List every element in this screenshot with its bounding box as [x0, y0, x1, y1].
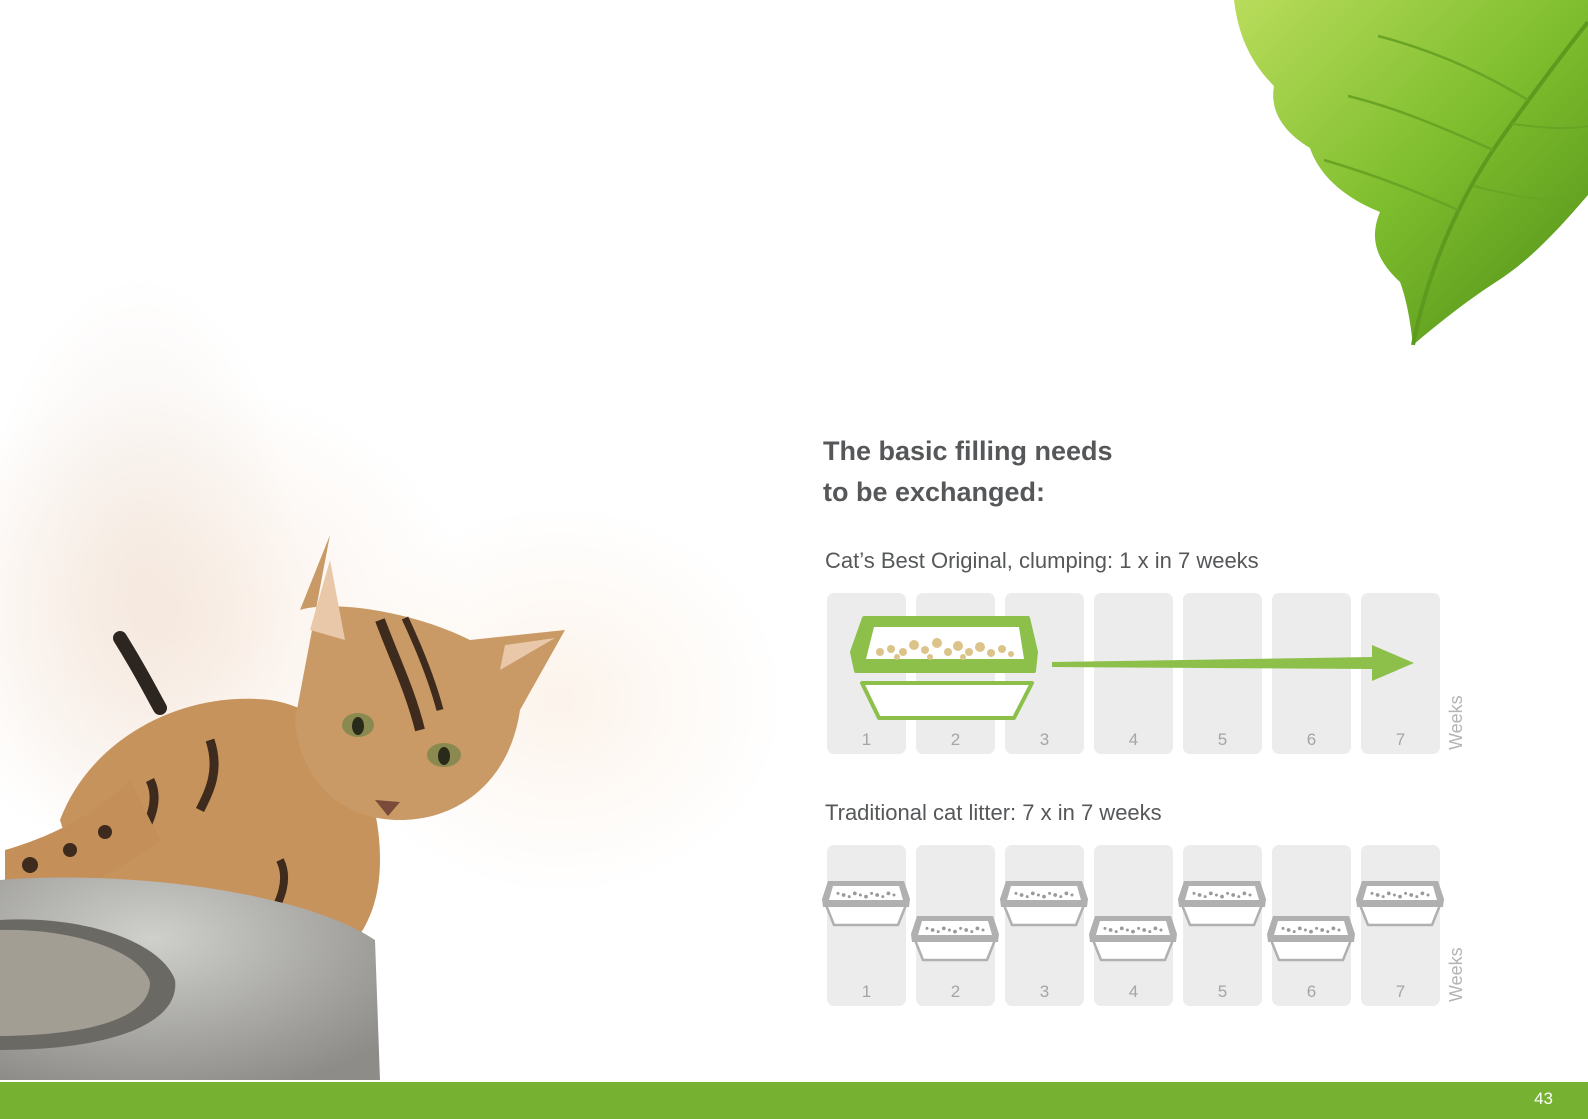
week-column: 5 — [1183, 593, 1262, 754]
week-column: 4 — [1094, 593, 1173, 754]
week-number: 7 — [1395, 730, 1406, 749]
footer-bar: 43 — [0, 1082, 1588, 1119]
week-number: 2 — [950, 730, 961, 749]
week-column: 3 — [1005, 845, 1084, 1006]
cats-best-weeks-chart: 1 2 3 4 5 6 7 — [827, 593, 1442, 754]
cats-best-label: Cat’s Best Original, clumping: 1 x in 7 … — [825, 548, 1259, 573]
traditional-weeks-chart: 1 2 3 4 5 6 7 — [827, 845, 1442, 1006]
week-number: 7 — [1395, 982, 1406, 1001]
week-number: 5 — [1217, 730, 1228, 749]
week-column: 3 — [1005, 593, 1084, 754]
traditional-label: Traditional cat litter: 7 x in 7 weeks — [825, 800, 1162, 825]
week-column: 5 — [1183, 845, 1262, 1006]
week-number: 5 — [1217, 982, 1228, 1001]
week-number: 2 — [950, 982, 961, 1001]
week-number: 1 — [861, 730, 872, 749]
leaf-illustration — [1234, 0, 1588, 345]
week-column: 7 — [1361, 593, 1440, 754]
week-column: 2 — [916, 845, 995, 1006]
week-column: 7 — [1361, 845, 1440, 1006]
week-column: 6 — [1272, 845, 1351, 1006]
weeks-axis-label: Weeks — [1446, 695, 1466, 750]
heading-line-1: The basic filling needs — [823, 436, 1113, 466]
week-number: 6 — [1306, 982, 1317, 1001]
week-column: 4 — [1094, 845, 1173, 1006]
week-column: 6 — [1272, 593, 1351, 754]
week-column: 2 — [916, 593, 995, 754]
week-number: 4 — [1128, 730, 1139, 749]
week-number: 1 — [861, 982, 872, 1001]
kitten-photo — [0, 535, 565, 1080]
heading-line-2: to be exchanged: — [823, 477, 1046, 507]
week-number: 3 — [1039, 730, 1050, 749]
week-number: 3 — [1039, 982, 1050, 1001]
week-number: 4 — [1128, 982, 1139, 1001]
week-number: 6 — [1306, 730, 1317, 749]
week-column: 1 — [827, 593, 906, 754]
week-column: 1 — [827, 845, 906, 1006]
weeks-axis-label: Weeks — [1446, 947, 1466, 1002]
page-number: 43 — [1534, 1089, 1553, 1108]
section-heading: The basic filling needs to be exchanged: — [823, 431, 1113, 513]
